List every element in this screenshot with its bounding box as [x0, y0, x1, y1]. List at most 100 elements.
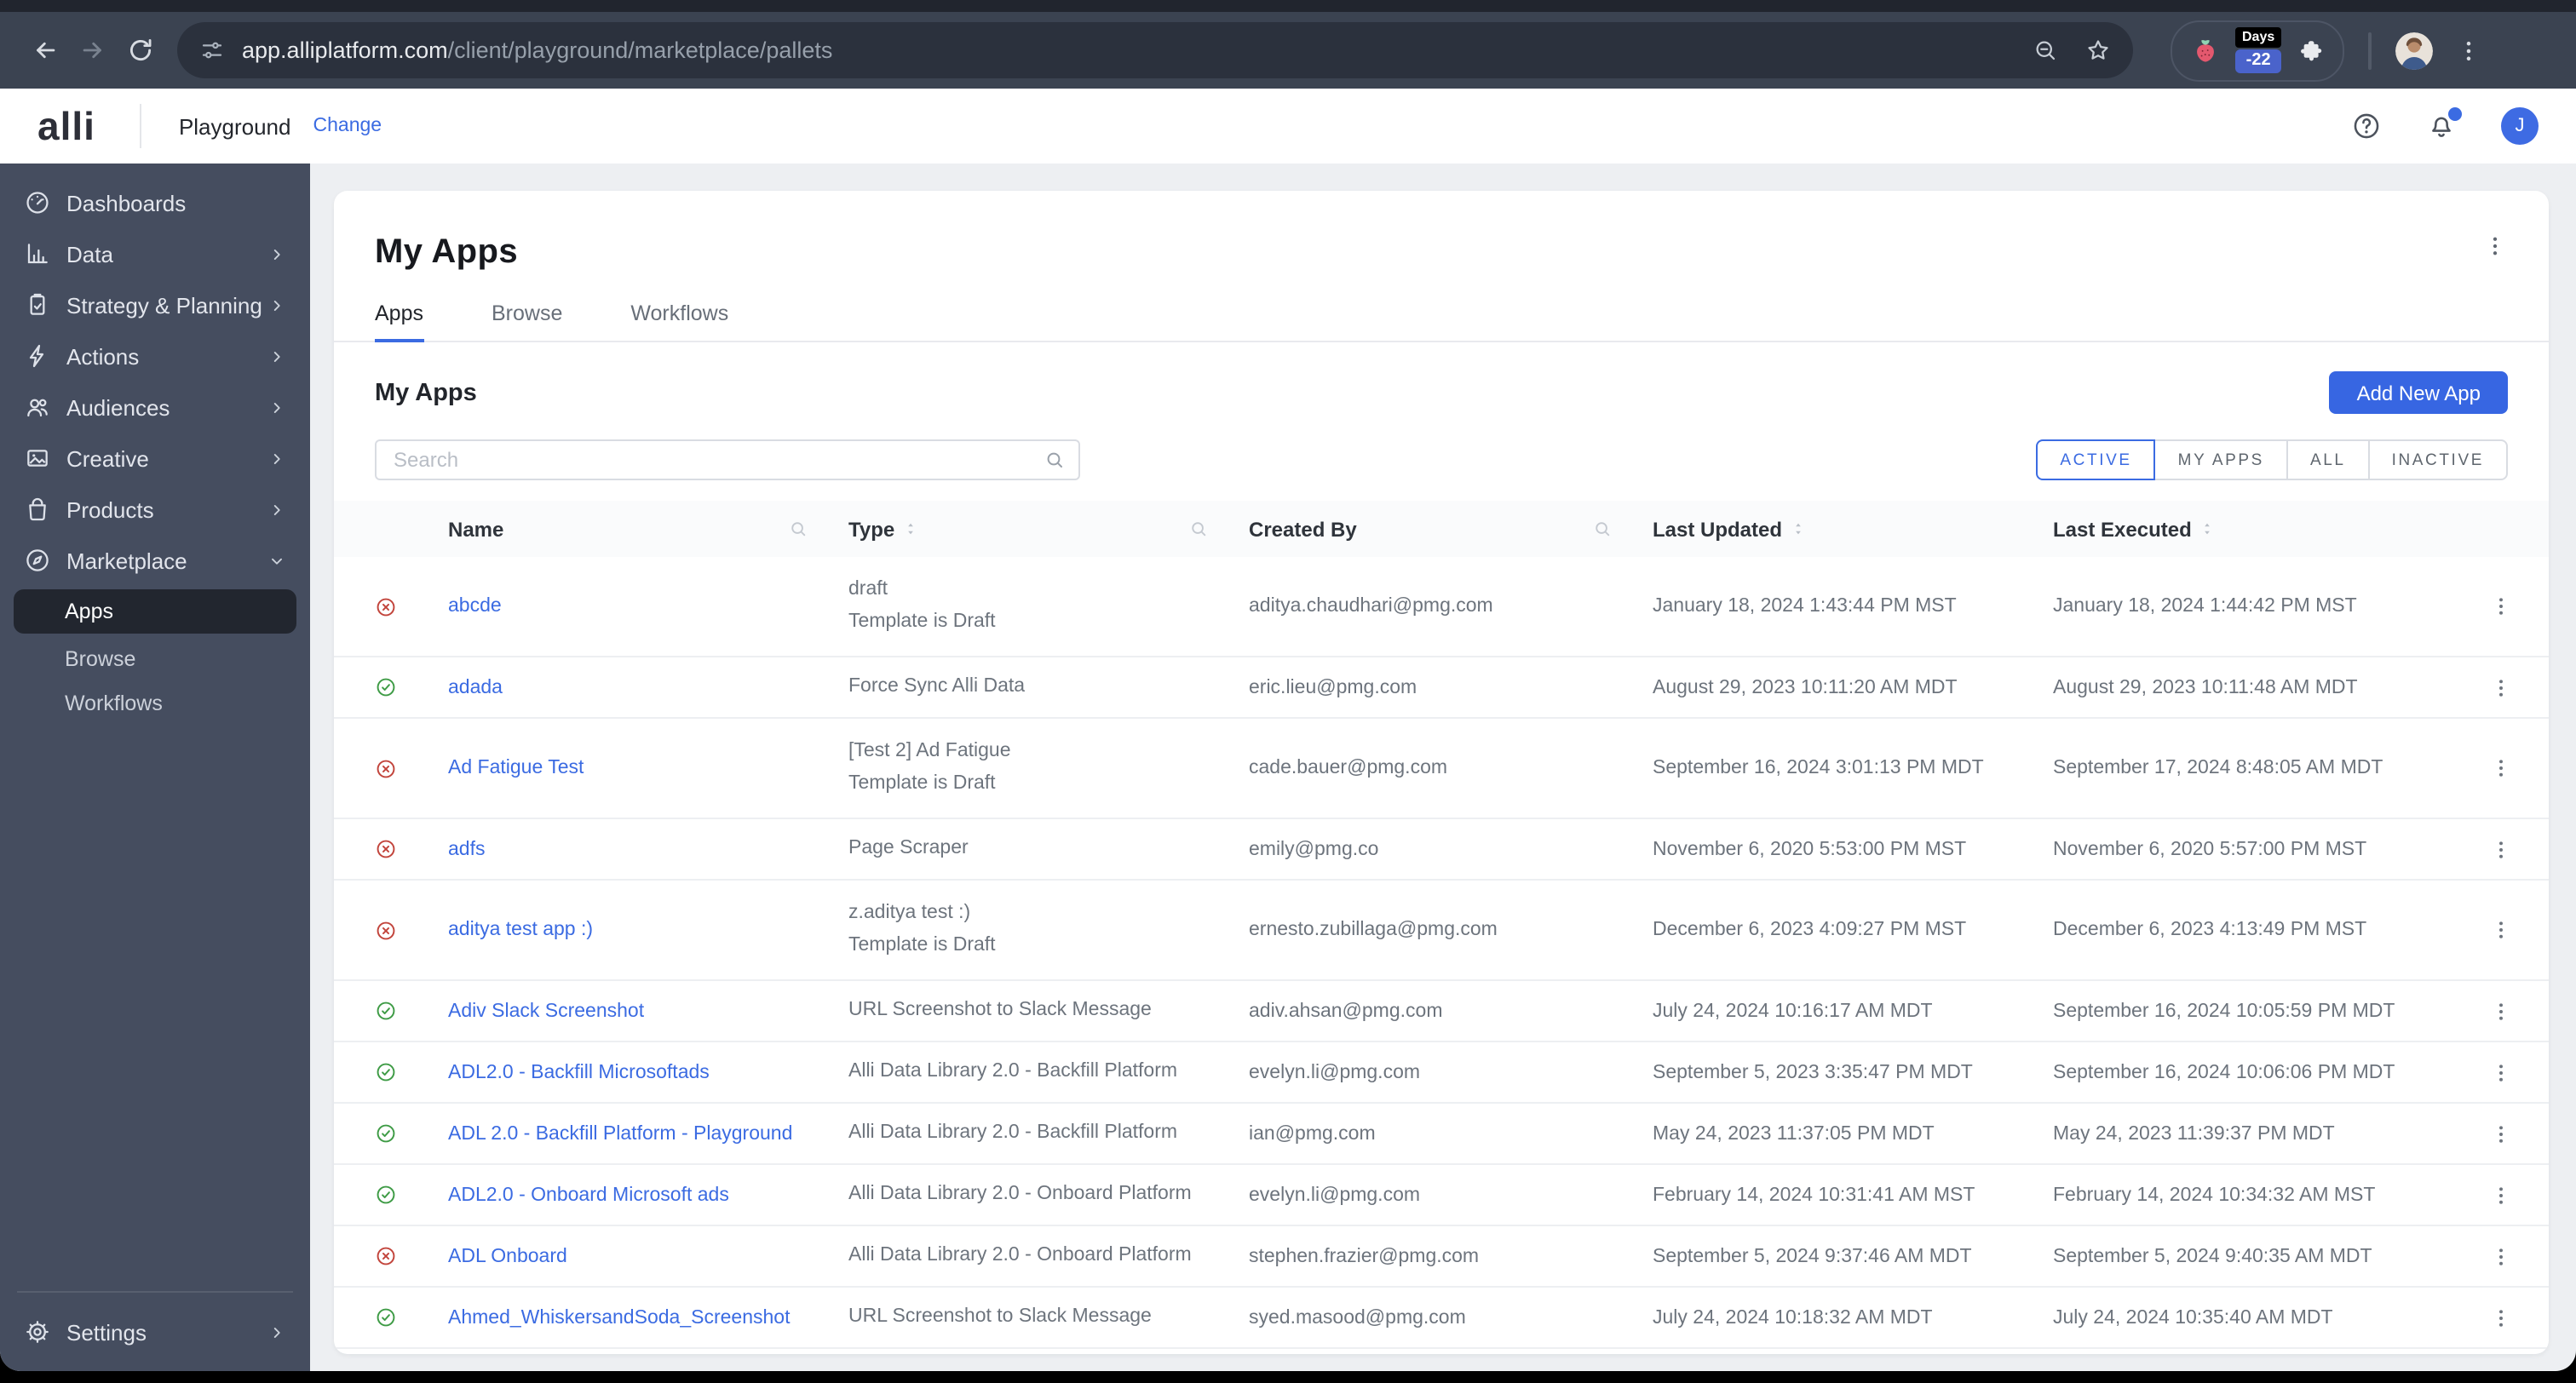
- created-by: cade.bauer@pmg.com: [1249, 758, 1448, 778]
- app-name-link[interactable]: ADL2.0 - Backfill Microsoftads: [448, 1062, 710, 1082]
- search-input[interactable]: [375, 439, 1080, 480]
- last-executed: July 24, 2024 10:35:40 AM MDT: [2053, 1307, 2333, 1328]
- toolbar-divider: [2368, 32, 2372, 69]
- extensions-puzzle-icon[interactable]: [2297, 37, 2324, 64]
- sidebar-subitem-workflows[interactable]: Workflows: [0, 681, 310, 726]
- tab-browse[interactable]: Browse: [492, 301, 562, 341]
- last-executed: September 16, 2024 10:05:59 PM MDT: [2053, 1001, 2395, 1021]
- zoom-out-icon[interactable]: [2033, 37, 2058, 63]
- app-name-link[interactable]: aditya test app :): [448, 920, 593, 940]
- sort-icon: [2200, 518, 2216, 540]
- app-name-link[interactable]: Ahmed_WhiskersandSoda_Screenshot: [448, 1307, 790, 1328]
- row-menu-icon[interactable]: [2489, 999, 2513, 1023]
- row-menu-icon[interactable]: [2489, 756, 2513, 780]
- row-menu-icon[interactable]: [2489, 675, 2513, 699]
- app-name-link[interactable]: ADL 2.0 - Backfill Platform - Playground: [448, 1123, 792, 1144]
- sidebar-subitem-browse[interactable]: Browse: [0, 637, 310, 681]
- app-type: Alli Data Library 2.0 - Backfill Platfor…: [848, 1061, 1178, 1082]
- app-name-link[interactable]: Ad Fatigue Test: [448, 758, 584, 778]
- app-name-link[interactable]: ADL Onboard: [448, 1246, 567, 1266]
- app-type: [Test 2] Ad Fatigue Template is Draft: [848, 741, 1011, 794]
- sidebar-item-products[interactable]: Products: [0, 484, 310, 535]
- sidebar-item-actions[interactable]: Actions: [0, 330, 310, 382]
- table-row: abcde draft Template is Draft aditya.chau…: [334, 557, 2549, 657]
- row-menu-icon[interactable]: [2489, 1244, 2513, 1268]
- app-name-link[interactable]: adada: [448, 677, 503, 697]
- change-client-link[interactable]: Change: [313, 116, 382, 136]
- chevron-right-icon: [267, 1323, 286, 1341]
- table-body: abcde draft Template is Draft aditya.chau…: [334, 557, 2549, 1349]
- strawberry-extension-icon[interactable]: [2191, 36, 2220, 65]
- row-menu-icon[interactable]: [2489, 1060, 2513, 1084]
- address-bar[interactable]: app.alliplatform.com/client/playground/m…: [177, 22, 2133, 78]
- column-header-name[interactable]: Name: [448, 517, 848, 541]
- filter-inactive[interactable]: INACTIVE: [2367, 439, 2508, 480]
- days-extension-badge[interactable]: Days -22: [2235, 27, 2282, 73]
- filter-active[interactable]: ACTIVE: [2036, 439, 2156, 480]
- tab-bar: Apps Browse Workflows: [334, 301, 2549, 342]
- check-circle-icon: [375, 1061, 397, 1083]
- sidebar-item-marketplace[interactable]: Marketplace: [0, 535, 310, 586]
- sidebar-item-label: Strategy & Planning: [66, 292, 262, 318]
- row-menu-icon[interactable]: [2489, 594, 2513, 618]
- forward-button[interactable]: [68, 26, 116, 74]
- sidebar-subitem-apps[interactable]: Apps: [14, 589, 296, 634]
- card-menu-icon[interactable]: [2482, 233, 2508, 259]
- column-header-last-updated[interactable]: Last Updated: [1653, 517, 2053, 541]
- browser-profile-avatar[interactable]: [2395, 32, 2434, 69]
- row-menu-icon[interactable]: [2489, 1306, 2513, 1329]
- filter-all[interactable]: ALL: [2286, 439, 2370, 480]
- bookmark-star-icon[interactable]: [2085, 37, 2111, 63]
- column-header-type[interactable]: Type: [848, 517, 1249, 541]
- back-button[interactable]: [20, 26, 68, 74]
- app-name-link[interactable]: abcde: [448, 596, 502, 617]
- column-header-created-by[interactable]: Created By: [1249, 517, 1653, 541]
- sidebar-item-label: Dashboards: [66, 190, 187, 215]
- sidebar-item-label: Settings: [66, 1319, 147, 1345]
- table-header: Name Type Created By Last Updated Last E…: [334, 501, 2549, 557]
- alli-logo[interactable]: alli: [37, 103, 95, 149]
- sidebar-item-strategy-planning[interactable]: Strategy & Planning: [0, 279, 310, 330]
- row-menu-icon[interactable]: [2489, 918, 2513, 942]
- sidebar-item-data[interactable]: Data: [0, 228, 310, 279]
- row-menu-icon[interactable]: [2489, 1122, 2513, 1145]
- people-icon: [24, 393, 51, 421]
- browser-menu-icon[interactable]: [2455, 37, 2482, 64]
- chevron-right-icon: [267, 296, 286, 314]
- last-updated: January 18, 2024 1:43:44 PM MST: [1653, 596, 1957, 617]
- check-circle-icon: [375, 1184, 397, 1206]
- row-menu-icon[interactable]: [2489, 837, 2513, 861]
- search-icon: [1044, 450, 1065, 470]
- column-header-last-executed[interactable]: Last Executed: [2053, 517, 2453, 541]
- row-menu-icon[interactable]: [2489, 1183, 2513, 1207]
- created-by: ernesto.zubillaga@pmg.com: [1249, 920, 1498, 940]
- last-updated: September 5, 2024 9:37:46 AM MDT: [1653, 1246, 1972, 1266]
- tab-workflows[interactable]: Workflows: [630, 301, 728, 341]
- add-new-app-button[interactable]: Add New App: [2329, 371, 2508, 414]
- notifications-button[interactable]: [2426, 107, 2462, 141]
- sidebar-item-creative[interactable]: Creative: [0, 433, 310, 484]
- reload-button[interactable]: [116, 26, 164, 74]
- sidebar-item-label: Marketplace: [66, 548, 187, 573]
- created-by: eric.lieu@pmg.com: [1249, 677, 1417, 697]
- help-icon[interactable]: [2351, 111, 2382, 141]
- column-search-icon: [1189, 519, 1208, 538]
- sidebar-item-settings[interactable]: Settings: [0, 1306, 310, 1357]
- app-type: z.aditya test :) Template is Draft: [848, 903, 996, 955]
- app-name-link[interactable]: adfs: [448, 839, 486, 859]
- user-avatar[interactable]: J: [2501, 107, 2539, 145]
- sidebar-item-label: Actions: [66, 343, 140, 369]
- filter-my-apps[interactable]: MY APPS: [2153, 439, 2288, 480]
- site-settings-icon[interactable]: [199, 37, 225, 63]
- tab-apps[interactable]: Apps: [375, 301, 423, 342]
- chevron-right-icon: [267, 449, 286, 468]
- app-name-link[interactable]: Adiv Slack Screenshot: [448, 1001, 644, 1021]
- app-name-link[interactable]: ADL2.0 - Onboard Microsoft ads: [448, 1185, 729, 1205]
- app-type: URL Screenshot to Slack Message: [848, 1000, 1152, 1021]
- app-type: Alli Data Library 2.0 - Onboard Platform: [848, 1184, 1192, 1205]
- last-executed: November 6, 2020 5:57:00 PM MST: [2053, 839, 2367, 859]
- column-search-icon: [1593, 519, 1612, 538]
- sidebar-item-audiences[interactable]: Audiences: [0, 382, 310, 433]
- table-row: ADL Onboard Alli Data Library 2.0 - Onbo…: [334, 1226, 2549, 1288]
- sidebar-item-dashboards[interactable]: Dashboards: [0, 177, 310, 228]
